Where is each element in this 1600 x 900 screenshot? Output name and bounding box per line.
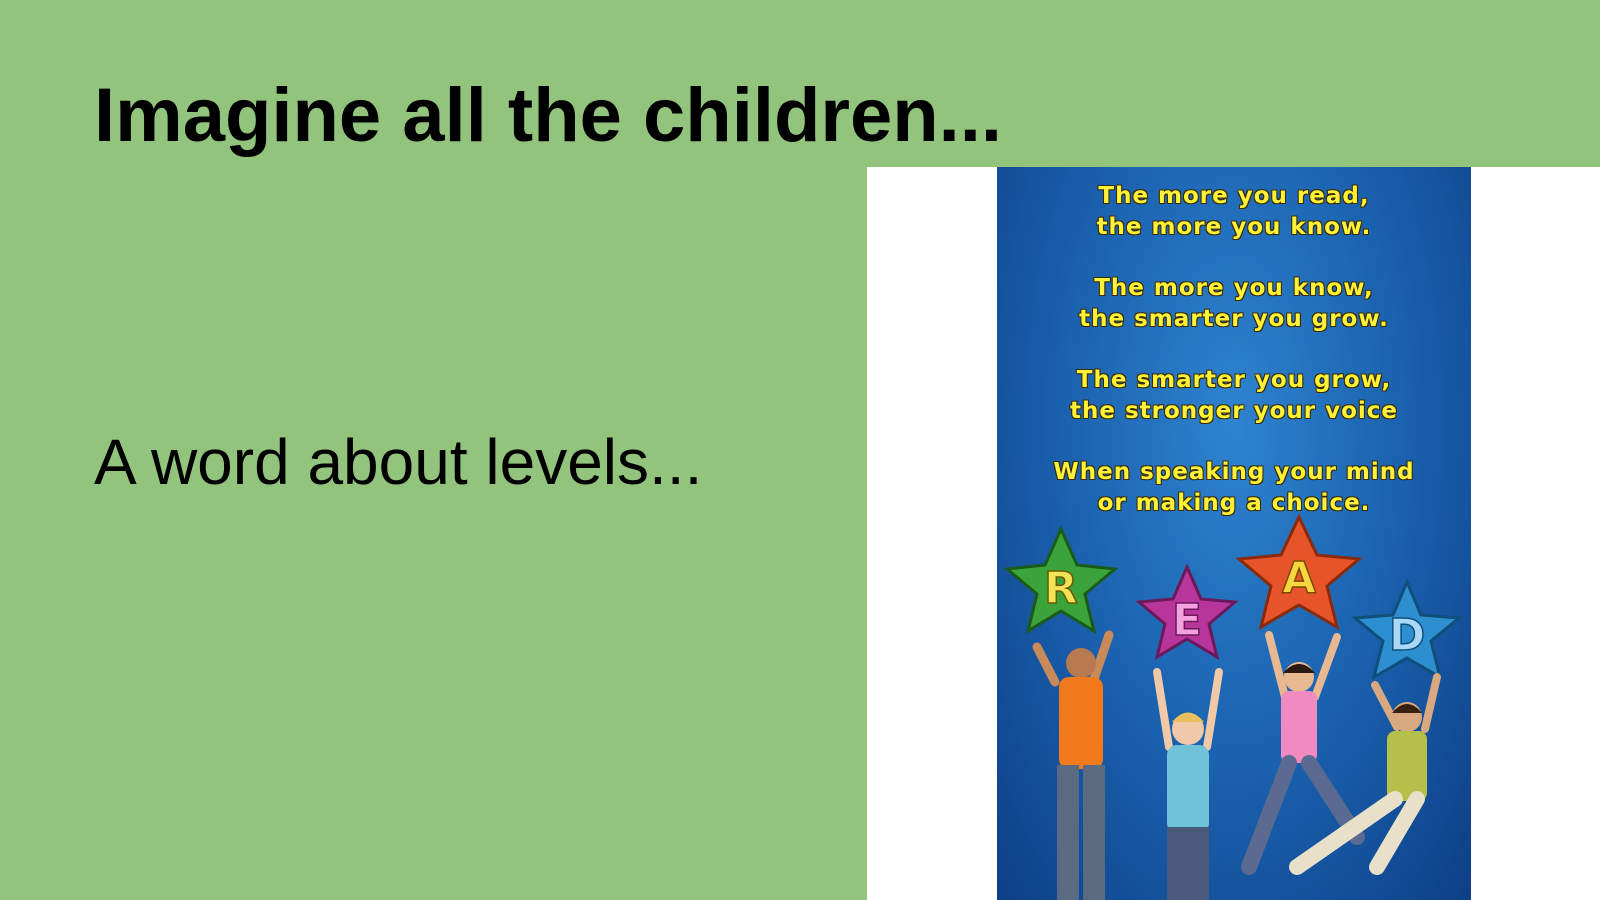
star-e-icon: E — [1135, 563, 1239, 661]
star-letter: D — [1389, 610, 1426, 661]
poster-line: The more you know, — [1094, 275, 1374, 301]
slide-subtitle: A word about levels... — [94, 426, 703, 498]
poster-line: the smarter you grow. — [1079, 306, 1389, 332]
poster-stanza: The smarter you grow, the stronger your … — [997, 365, 1471, 427]
star-r-icon: R — [1003, 525, 1119, 635]
poster-line: the stronger your voice — [1069, 398, 1399, 424]
poster-stanza: The more you read, the more you know. — [997, 181, 1471, 243]
star-letter: R — [1044, 563, 1078, 614]
slide: Imagine all the children... A word about… — [0, 0, 1600, 900]
poster-illustration: R E A D — [1003, 513, 1463, 900]
poster-line: The more you read, — [1098, 183, 1370, 209]
poster-text: The more you read, the more you know. Th… — [997, 181, 1471, 549]
star-a-icon: A — [1235, 513, 1363, 631]
slide-title: Imagine all the children... — [94, 73, 1002, 158]
read-poster-image: The more you read, the more you know. Th… — [997, 167, 1471, 900]
star-letter: E — [1172, 595, 1202, 646]
poster-line: When speaking your mind — [1053, 459, 1415, 485]
star-letter: A — [1282, 553, 1316, 604]
child-teal-shirt — [1153, 668, 1223, 900]
child-orange-shirt — [1032, 630, 1114, 900]
poster-line: The smarter you grow, — [1076, 367, 1392, 393]
star-d-icon: D — [1351, 578, 1463, 681]
poster-line: the more you know. — [1096, 214, 1372, 240]
poster-stanza: The more you know, the smarter you grow. — [997, 273, 1471, 335]
